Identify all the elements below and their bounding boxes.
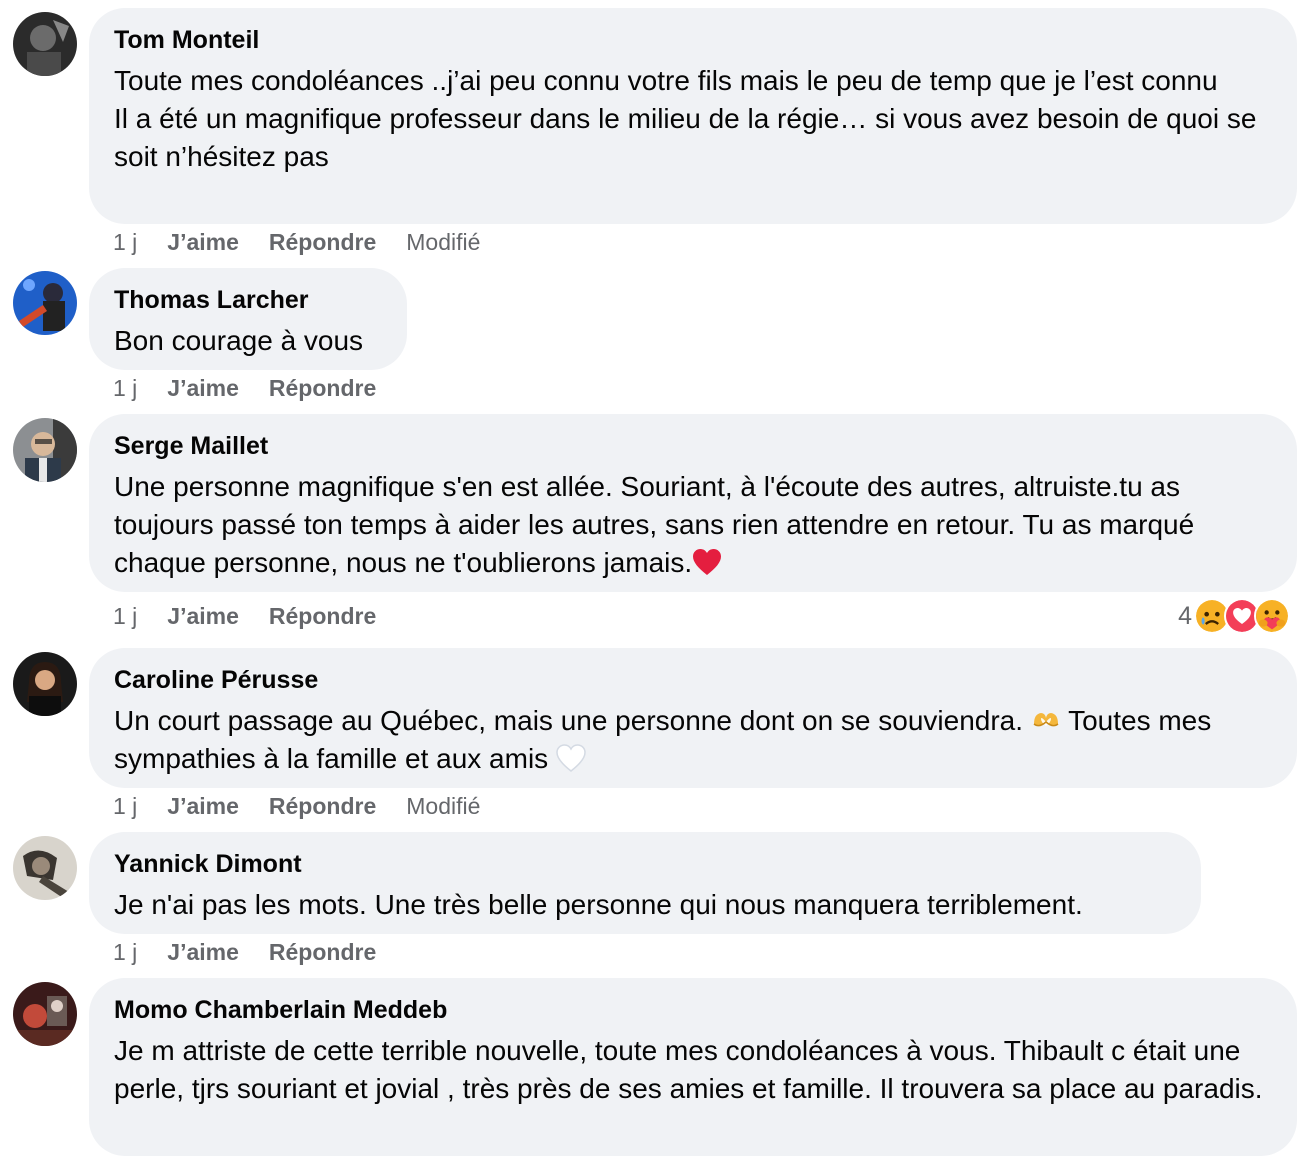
comment-text: Je m attriste de cette terrible nouvelle… bbox=[114, 1035, 1263, 1104]
comment-text: Un court passage au Québec, mais une per… bbox=[114, 702, 1272, 778]
red-heart-icon bbox=[692, 548, 722, 576]
comment-text-content: Une personne magnifique s'en est allée. … bbox=[114, 471, 1202, 578]
comment-time[interactable]: 1 j bbox=[113, 791, 137, 821]
comment-text: Toute mes condoléances ..j’ai peu connu … bbox=[114, 65, 1257, 172]
avatar[interactable] bbox=[13, 271, 77, 335]
comment-time[interactable]: 1 j bbox=[113, 227, 137, 257]
comment-author[interactable]: Thomas Larcher bbox=[114, 286, 382, 314]
comment-author[interactable]: Caroline Pérusse bbox=[114, 666, 1272, 694]
comment-author[interactable]: Tom Monteil bbox=[114, 26, 1272, 54]
avatar[interactable] bbox=[13, 12, 77, 76]
comment-bubble: Tom Monteil Toute mes condoléances ..j’a… bbox=[89, 8, 1297, 224]
like-button[interactable]: J’aime bbox=[167, 227, 239, 257]
comment-bubble: Caroline Pérusse Un court passage au Qué… bbox=[89, 648, 1297, 788]
reply-button[interactable]: Répondre bbox=[269, 791, 376, 821]
like-button[interactable]: J’aime bbox=[167, 601, 239, 631]
comment-text: Bon courage à vous bbox=[114, 325, 364, 356]
heart-hands-icon bbox=[1031, 706, 1061, 734]
comment-actions: 1 j J’aime Répondre bbox=[113, 937, 406, 967]
comment-author[interactable]: Yannick Dimont bbox=[114, 850, 1176, 878]
reaction-count: 4 bbox=[1178, 601, 1192, 630]
comment-author[interactable]: Serge Maillet bbox=[114, 432, 1272, 460]
care-reaction-icon bbox=[1254, 598, 1290, 634]
comment-actions: 1 j J’aime Répondre bbox=[113, 373, 406, 403]
comment-actions: 1 j J’aime Répondre Modifié bbox=[113, 791, 510, 821]
like-button[interactable]: J’aime bbox=[167, 791, 239, 821]
reply-button[interactable]: Répondre bbox=[269, 373, 376, 403]
comment-bubble: Momo Chamberlain Meddeb Je m attriste de… bbox=[89, 978, 1297, 1156]
comment-bubble: Thomas Larcher Bon courage à vous bbox=[89, 268, 407, 370]
reply-button[interactable]: Répondre bbox=[269, 227, 376, 257]
comment-author[interactable]: Momo Chamberlain Meddeb bbox=[114, 996, 1272, 1024]
avatar[interactable] bbox=[13, 982, 77, 1046]
avatar[interactable] bbox=[13, 652, 77, 716]
comment-time[interactable]: 1 j bbox=[113, 937, 137, 967]
comment-bubble: Serge Maillet Une personne magnifique s'… bbox=[89, 414, 1297, 592]
reply-button[interactable]: Répondre bbox=[269, 937, 376, 967]
avatar[interactable] bbox=[13, 418, 77, 482]
like-button[interactable]: J’aime bbox=[167, 373, 239, 403]
comment-text: Une personne magnifique s'en est allée. … bbox=[114, 468, 1272, 582]
comment-time[interactable]: 1 j bbox=[113, 373, 137, 403]
edited-label[interactable]: Modifié bbox=[406, 791, 480, 821]
comment-bubble: Yannick Dimont Je n'ai pas les mots. Une… bbox=[89, 832, 1201, 934]
white-heart-icon bbox=[556, 744, 586, 772]
comment-actions: 1 j J’aime Répondre Modifié bbox=[113, 227, 510, 257]
reply-button[interactable]: Répondre bbox=[269, 601, 376, 631]
edited-label[interactable]: Modifié bbox=[406, 227, 480, 257]
reactions-summary[interactable]: 4 bbox=[1178, 598, 1290, 634]
avatar[interactable] bbox=[13, 836, 77, 900]
comment-time[interactable]: 1 j bbox=[113, 601, 137, 631]
comment-actions: 1 j J’aime Répondre bbox=[113, 601, 406, 631]
comment-text: Je n'ai pas les mots. Une très belle per… bbox=[114, 889, 1083, 920]
comment-text-part1: Un court passage au Québec, mais une per… bbox=[114, 705, 1031, 736]
like-button[interactable]: J’aime bbox=[167, 937, 239, 967]
